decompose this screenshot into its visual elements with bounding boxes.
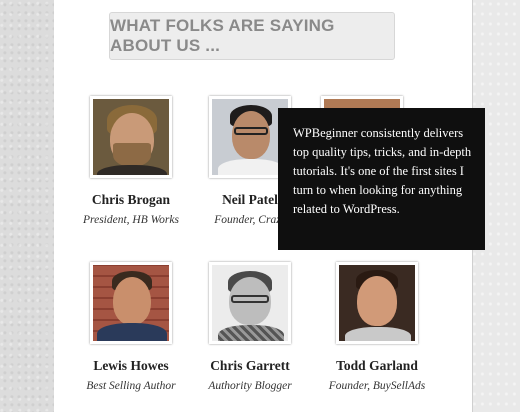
avatar[interactable] [90, 262, 172, 344]
testimonial-role: Authority Blogger [208, 380, 292, 392]
avatar[interactable] [90, 96, 172, 178]
testimonials-section: WHAT FOLKS ARE SAYING ABOUT US ... Chris… [54, 0, 485, 412]
testimonial-role: President, HB Works [83, 214, 179, 226]
testimonial-name: Lewis Howes [93, 358, 169, 373]
testimonial-role: Founder, BuySellAds [328, 380, 426, 392]
testimonial-tooltip: WPBeginner consistently delivers top qua… [278, 108, 485, 250]
section-heading: WHAT FOLKS ARE SAYING ABOUT US ... [109, 12, 395, 60]
testimonial-card-chris-brogan[interactable]: Chris Brogan President, HB Works [66, 96, 196, 226]
testimonial-card-lewis-howes[interactable]: Lewis Howes Best Selling Author [66, 262, 196, 392]
testimonial-name: Todd Garland [336, 358, 418, 373]
testimonial-name: Chris Garrett [210, 358, 290, 373]
avatar[interactable] [336, 262, 418, 344]
testimonial-name: Chris Brogan [91, 192, 171, 207]
testimonial-card-chris-garrett[interactable]: Chris Garrett Authority Blogger [185, 262, 315, 392]
avatar[interactable] [209, 262, 291, 344]
testimonial-card-todd-garland[interactable]: Todd Garland Founder, BuySellAds [312, 262, 442, 392]
left-background-texture [0, 0, 54, 412]
testimonial-role: Best Selling Author [86, 380, 176, 392]
